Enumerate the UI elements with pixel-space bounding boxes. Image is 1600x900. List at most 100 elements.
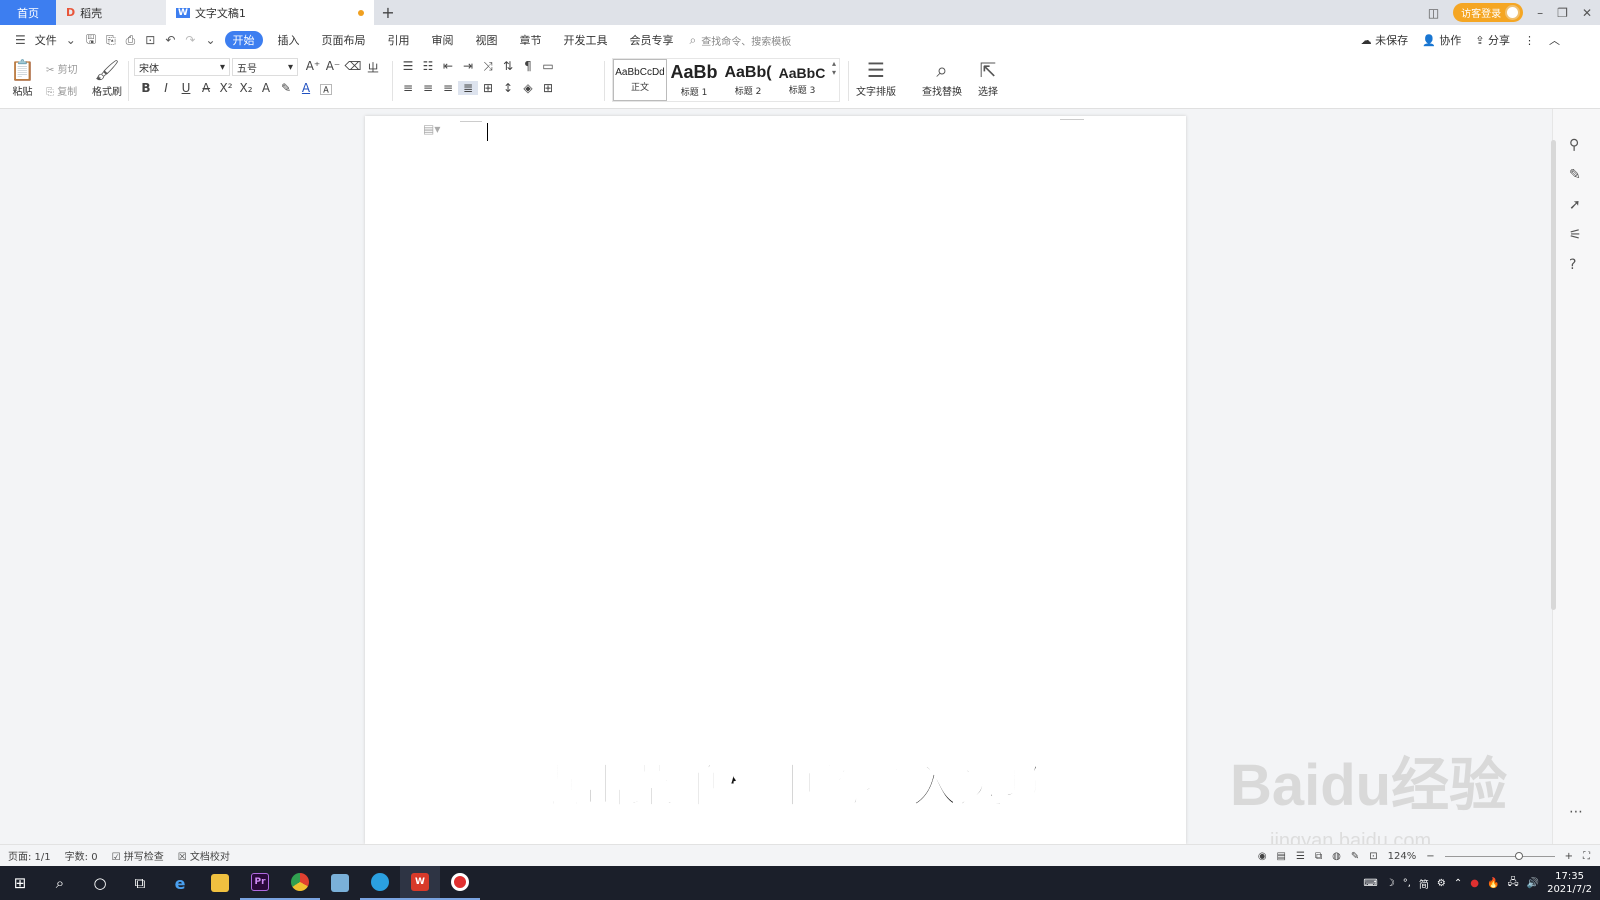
table-tools-icon[interactable]: ▭ [538, 59, 558, 74]
windows-start-icon[interactable]: ⊞ [0, 866, 40, 900]
screen-recorder-icon[interactable] [440, 866, 480, 900]
volume-icon[interactable]: 🔊 [1527, 878, 1539, 889]
save-icon[interactable]: 🖫 [81, 30, 101, 51]
taskbar-clock[interactable]: 17:35 2021/7/2 [1547, 870, 1592, 896]
spellcheck-toggle[interactable]: ☑ 拼写检查 [112, 848, 164, 863]
close-button[interactable]: ✕ [1582, 6, 1592, 20]
collapse-ribbon-icon[interactable]: ︿ [1549, 32, 1560, 48]
phonetic-icon[interactable]: ㄓ [363, 59, 383, 76]
select-button[interactable]: ⇱ 选择 [978, 59, 998, 98]
shading-icon[interactable]: ◈ [518, 81, 538, 95]
style-heading-1[interactable]: AaBb 标题 1 [667, 59, 721, 101]
export-icon[interactable]: ⎘ [101, 33, 121, 48]
vertical-scrollbar[interactable] [1551, 140, 1556, 610]
justify-icon[interactable]: ≣ [458, 81, 478, 95]
tab-daoke[interactable]: D 稻壳 [56, 0, 166, 25]
messaging-app-icon[interactable] [360, 866, 400, 900]
help-icon[interactable]: ? [1569, 257, 1576, 273]
zoom-in-icon[interactable]: + [1565, 851, 1573, 862]
edit-pen-icon[interactable]: ✎ [1569, 167, 1581, 183]
settings-sliders-icon[interactable]: ⚟ [1569, 227, 1582, 243]
chrome-icon[interactable] [280, 866, 320, 900]
clear-format-icon[interactable]: ⌫ [343, 59, 363, 76]
zoom-slider[interactable] [1444, 851, 1555, 860]
cortana-icon[interactable]: ○ [80, 866, 120, 900]
guest-login-button[interactable]: 访客登录 [1453, 3, 1524, 22]
style-scroll[interactable]: ▴ ▾ [829, 59, 839, 101]
wps-writer-icon[interactable]: W [400, 866, 440, 900]
numbered-list-icon[interactable]: ☷ [418, 59, 438, 74]
record-tray-icon[interactable]: ● [1470, 878, 1479, 889]
antivirus-icon[interactable]: 🔥 [1487, 878, 1499, 889]
copy-button[interactable]: ⎘ 复制 [46, 83, 77, 98]
char-border-icon[interactable]: 🄰 [316, 81, 336, 98]
bold-icon[interactable]: B [136, 81, 156, 98]
style-pane-icon[interactable]: ⚲ [1569, 137, 1579, 153]
menu-start[interactable]: 开始 [224, 31, 263, 49]
align-left-icon[interactable]: ≡ [398, 81, 418, 95]
menu-view[interactable]: 视图 [465, 25, 509, 55]
fit-page-icon[interactable]: ⊡ [1369, 851, 1377, 862]
menu-review[interactable]: 审阅 [421, 25, 465, 55]
line-spacing-icon[interactable]: ↕ [498, 81, 518, 95]
chevron-down-icon[interactable]: ⌄ [61, 33, 81, 47]
proofread-button[interactable]: ☒ 文档校对 [178, 848, 230, 863]
format-painter-button[interactable]: 🖌 格式刷 [92, 59, 122, 98]
strikethrough-icon[interactable]: A̶ [196, 81, 216, 98]
moon-icon[interactable]: ☽ [1386, 878, 1395, 889]
print-icon[interactable]: ⎙ [121, 33, 141, 48]
hamburger-icon[interactable]: ☰ [10, 33, 31, 47]
style-heading-2[interactable]: AaBb( 标题 2 [721, 59, 775, 101]
print-preview-icon[interactable]: ⊡ [140, 33, 160, 47]
zoom-level[interactable]: 124% [1388, 851, 1417, 862]
paragraph-menu-icon[interactable]: ▤▾ [423, 122, 440, 136]
show-marks-icon[interactable]: ¶ [518, 59, 538, 74]
borders-icon[interactable]: ⊞ [538, 81, 558, 95]
ime-mode[interactable]: 简 [1419, 876, 1429, 891]
keyboard-icon[interactable]: ⌨ [1363, 878, 1377, 889]
distribute-icon[interactable]: ⊞ [478, 81, 498, 95]
bullet-list-icon[interactable]: ☰ [398, 59, 418, 74]
menu-member[interactable]: 会员专享 [619, 25, 685, 55]
unsaved-status[interactable]: ☁ 未保存 [1361, 32, 1409, 48]
superscript-icon[interactable]: X² [216, 81, 236, 98]
chinese-layout-icon[interactable]: ⤨ [478, 59, 498, 74]
redo-icon[interactable]: ↷ [180, 33, 200, 47]
find-replace-button[interactable]: ⌕ 查找替换 [922, 59, 962, 98]
reading-view-icon[interactable]: ⧉ [1315, 851, 1322, 862]
shrink-font-icon[interactable]: A⁻ [323, 59, 343, 76]
search-icon[interactable]: ⌕ [40, 866, 80, 900]
sort-icon[interactable]: ⇅ [498, 59, 518, 74]
cut-button[interactable]: ✂ 剪切 [46, 61, 78, 76]
menu-developer[interactable]: 开发工具 [553, 25, 619, 55]
collaborate-button[interactable]: 👤 协作 [1422, 32, 1461, 48]
notes-app-icon[interactable] [320, 866, 360, 900]
network-icon[interactable]: 🖧 [1507, 875, 1518, 892]
minimize-button[interactable]: – [1537, 6, 1543, 20]
text-effect-icon[interactable]: A [256, 81, 276, 98]
tray-expand-icon[interactable]: ⌃ [1454, 878, 1462, 889]
highlight-icon[interactable]: ✎ [276, 81, 296, 98]
word-count[interactable]: 字数: 0 [65, 848, 98, 863]
tab-home[interactable]: 首页 [0, 0, 56, 25]
style-heading-3[interactable]: AaBbC 标题 3 [775, 59, 829, 101]
text-layout-button[interactable]: ☰ 文字排版 [856, 59, 896, 98]
new-tab-button[interactable]: + [374, 0, 402, 25]
task-view-icon[interactable]: ⧉ [120, 866, 160, 900]
restore-button[interactable]: ❐ [1557, 6, 1568, 20]
document-canvas[interactable]: ▤▾ [0, 109, 1552, 844]
grow-font-icon[interactable]: A⁺ [303, 59, 323, 76]
web-view-icon[interactable]: ◍ [1332, 851, 1341, 862]
ime-settings-icon[interactable]: ⚙ [1437, 878, 1446, 889]
font-size-select[interactable]: 五号 ▾ [232, 58, 298, 76]
premiere-icon[interactable]: Pr [240, 866, 280, 900]
italic-icon[interactable]: I [156, 81, 176, 98]
underline-icon[interactable]: U [176, 81, 196, 98]
font-color-icon[interactable]: A [296, 81, 316, 98]
style-normal[interactable]: AaBbCcDd 正文 [613, 59, 667, 101]
undo-icon[interactable]: ↶ [160, 33, 180, 47]
edge-icon[interactable]: e [160, 866, 200, 900]
paste-button[interactable]: 📋 粘贴 [10, 59, 35, 98]
layout-toggle-icon[interactable]: ◫ [1428, 6, 1439, 20]
fullscreen-icon[interactable]: ⛶ [1583, 851, 1590, 862]
